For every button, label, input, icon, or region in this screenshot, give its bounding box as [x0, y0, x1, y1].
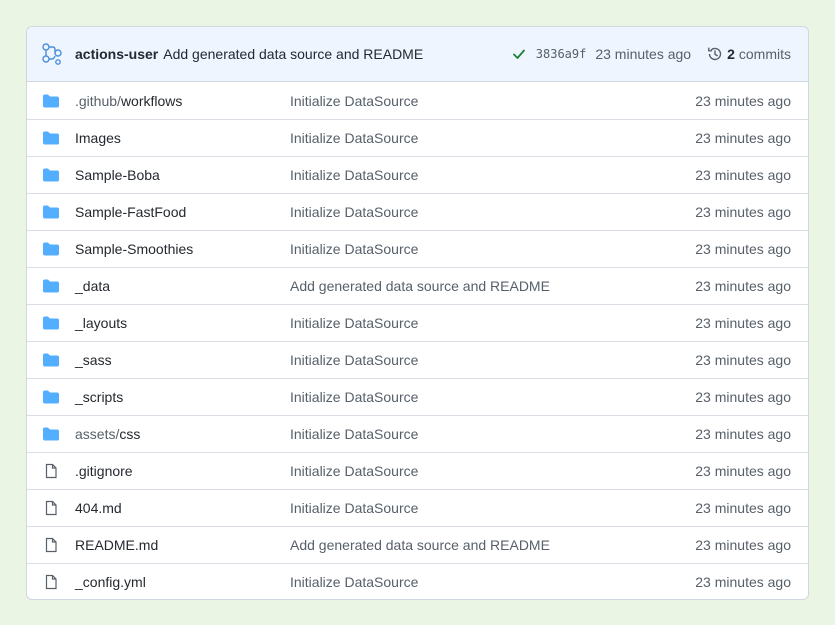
- file-commit-message-link[interactable]: Initialize DataSource: [290, 500, 695, 516]
- file-name-link[interactable]: Sample-Boba: [75, 167, 290, 183]
- file-browser: actions-user Add generated data source a…: [26, 26, 809, 600]
- file-commit-time: 23 minutes ago: [695, 241, 791, 257]
- file-commit-message-link[interactable]: Initialize DataSource: [290, 463, 695, 479]
- folder-icon: [43, 315, 59, 331]
- file-name-text: workflows: [120, 92, 183, 109]
- file-name-text: Sample-Smoothies: [75, 241, 194, 257]
- file-name-text: Sample-Boba: [75, 167, 160, 183]
- folder-icon: [43, 278, 59, 294]
- file-row[interactable]: .github/workflows Initialize DataSource 23…: [27, 82, 808, 119]
- file-icon: [43, 574, 59, 590]
- file-commit-time: 23 minutes ago: [695, 426, 791, 442]
- file-name-text: _sass: [75, 352, 112, 368]
- history-icon: [707, 46, 723, 62]
- file-row[interactable]: Sample-Smoothies Initialize DataSource 23 …: [27, 230, 808, 267]
- file-commit-time: 23 minutes ago: [695, 500, 791, 516]
- file-name-text: _data: [75, 278, 111, 294]
- file-commit-time: 23 minutes ago: [695, 574, 791, 590]
- folder-icon: [43, 426, 59, 442]
- file-commit-message-link[interactable]: Initialize DataSource: [290, 574, 695, 590]
- file-commit-message-link[interactable]: Initialize DataSource: [290, 241, 695, 257]
- folder-icon: [43, 352, 59, 368]
- file-commit-message-link[interactable]: Initialize DataSource: [290, 204, 695, 220]
- file-row[interactable]: 404.md Initialize DataSource 23 minutes ag…: [27, 489, 808, 526]
- file-commit-message-link[interactable]: Initialize DataSource: [290, 352, 695, 368]
- file-name-text: README.md: [75, 537, 159, 553]
- file-row[interactable]: README.md Add generated data source and R…: [27, 526, 808, 563]
- file-commit-message-link[interactable]: Add generated data source and README: [290, 537, 695, 553]
- file-row[interactable]: _layouts Initialize DataSource 23 minutes …: [27, 304, 808, 341]
- folder-icon: [43, 204, 59, 220]
- commit-author-link[interactable]: actions-user: [75, 46, 158, 62]
- check-icon[interactable]: [511, 46, 527, 62]
- file-row[interactable]: _data Add generated data source and READM…: [27, 267, 808, 304]
- file-name-link[interactable]: Sample-FastFood: [75, 204, 290, 220]
- file-commit-message-link[interactable]: Initialize DataSource: [290, 130, 695, 146]
- file-name-link[interactable]: .github/workflows: [75, 93, 290, 109]
- file-row[interactable]: Sample-Boba Initialize DataSource 23 minut…: [27, 156, 808, 193]
- file-row[interactable]: _config.yml Initialize DataSource 23 minut…: [27, 563, 808, 599]
- commits-label: commits: [738, 46, 791, 62]
- file-row[interactable]: Images Initialize DataSource 23 minutes ag…: [27, 119, 808, 156]
- commit-message-link[interactable]: Add generated data source and README: [163, 46, 423, 62]
- file-name-link[interactable]: Images: [75, 130, 290, 146]
- file-commit-message-link[interactable]: Add generated data source and README: [290, 278, 695, 294]
- commit-sha-link[interactable]: 3836a9f: [536, 47, 587, 61]
- file-row[interactable]: .gitignore Initialize DataSource 23 minute…: [27, 452, 808, 489]
- file-name-text: Images: [75, 130, 121, 146]
- file-commit-message-link[interactable]: Initialize DataSource: [290, 426, 695, 442]
- file-name-link[interactable]: Sample-Smoothies: [75, 241, 290, 257]
- file-commit-time: 23 minutes ago: [695, 315, 791, 331]
- file-row[interactable]: Sample-FastFood Initialize DataSource 23 m…: [27, 193, 808, 230]
- folder-icon: [43, 241, 59, 257]
- latest-commit-header: actions-user Add generated data source a…: [27, 27, 808, 82]
- file-name-text: Sample-FastFood: [75, 204, 187, 220]
- file-commit-time: 23 minutes ago: [695, 204, 791, 220]
- file-name-link[interactable]: README.md: [75, 537, 290, 553]
- file-list: .github/workflows Initialize DataSource 23…: [27, 82, 808, 599]
- file-row[interactable]: assets/css Initialize DataSource 23 minute…: [27, 415, 808, 452]
- commit-time: 23 minutes ago: [595, 46, 692, 62]
- file-name-link[interactable]: _sass: [75, 352, 290, 368]
- file-commit-time: 23 minutes ago: [695, 537, 791, 553]
- file-name-text: _config.yml: [75, 574, 146, 590]
- file-name-text: _layouts: [75, 315, 128, 331]
- file-row[interactable]: _scripts Initialize DataSource 23 minutes …: [27, 378, 808, 415]
- file-name-link[interactable]: _config.yml: [75, 574, 290, 590]
- file-name-link[interactable]: .gitignore: [75, 463, 290, 479]
- file-commit-message-link[interactable]: Initialize DataSource: [290, 93, 695, 109]
- file-name-link[interactable]: 404.md: [75, 500, 290, 516]
- folder-icon: [43, 93, 59, 109]
- file-name-text: css: [119, 426, 141, 442]
- commit-count: 2: [727, 46, 735, 62]
- folder-icon: [43, 389, 59, 405]
- file-name-link[interactable]: _layouts: [75, 315, 290, 331]
- file-name-text: .gitignore: [75, 463, 133, 479]
- file-commit-time: 23 minutes ago: [695, 389, 791, 405]
- file-name-text: 404.md: [75, 500, 122, 516]
- folder-icon: [43, 167, 59, 183]
- file-commit-message-link[interactable]: Initialize DataSource: [290, 389, 695, 405]
- github-actions-icon[interactable]: [40, 42, 64, 66]
- file-path-prefix: .github/: [75, 92, 121, 109]
- file-name-text: _scripts: [75, 389, 124, 405]
- file-icon: [43, 500, 59, 516]
- file-name-link[interactable]: _scripts: [75, 389, 290, 405]
- file-commit-time: 23 minutes ago: [695, 92, 791, 109]
- file-commit-message-link[interactable]: Initialize DataSource: [290, 167, 695, 183]
- file-icon: [43, 463, 59, 479]
- file-commit-time: 23 minutes ago: [695, 352, 791, 368]
- file-commit-time: 23 minutes ago: [695, 167, 791, 183]
- file-commit-time: 23 minutes ago: [695, 278, 791, 294]
- file-path-prefix: assets/: [75, 426, 120, 442]
- file-name-link[interactable]: _data: [75, 278, 290, 294]
- file-name-link[interactable]: assets/css: [75, 426, 290, 442]
- file-commit-time: 23 minutes ago: [695, 130, 791, 146]
- file-row[interactable]: _sass Initialize DataSource 23 minutes ago: [27, 341, 808, 378]
- file-commit-time: 23 minutes ago: [695, 463, 791, 479]
- file-icon: [43, 537, 59, 553]
- file-commit-message-link[interactable]: Initialize DataSource: [290, 315, 695, 331]
- commits-history-link[interactable]: 2 commits: [707, 46, 791, 62]
- folder-icon: [43, 130, 59, 146]
